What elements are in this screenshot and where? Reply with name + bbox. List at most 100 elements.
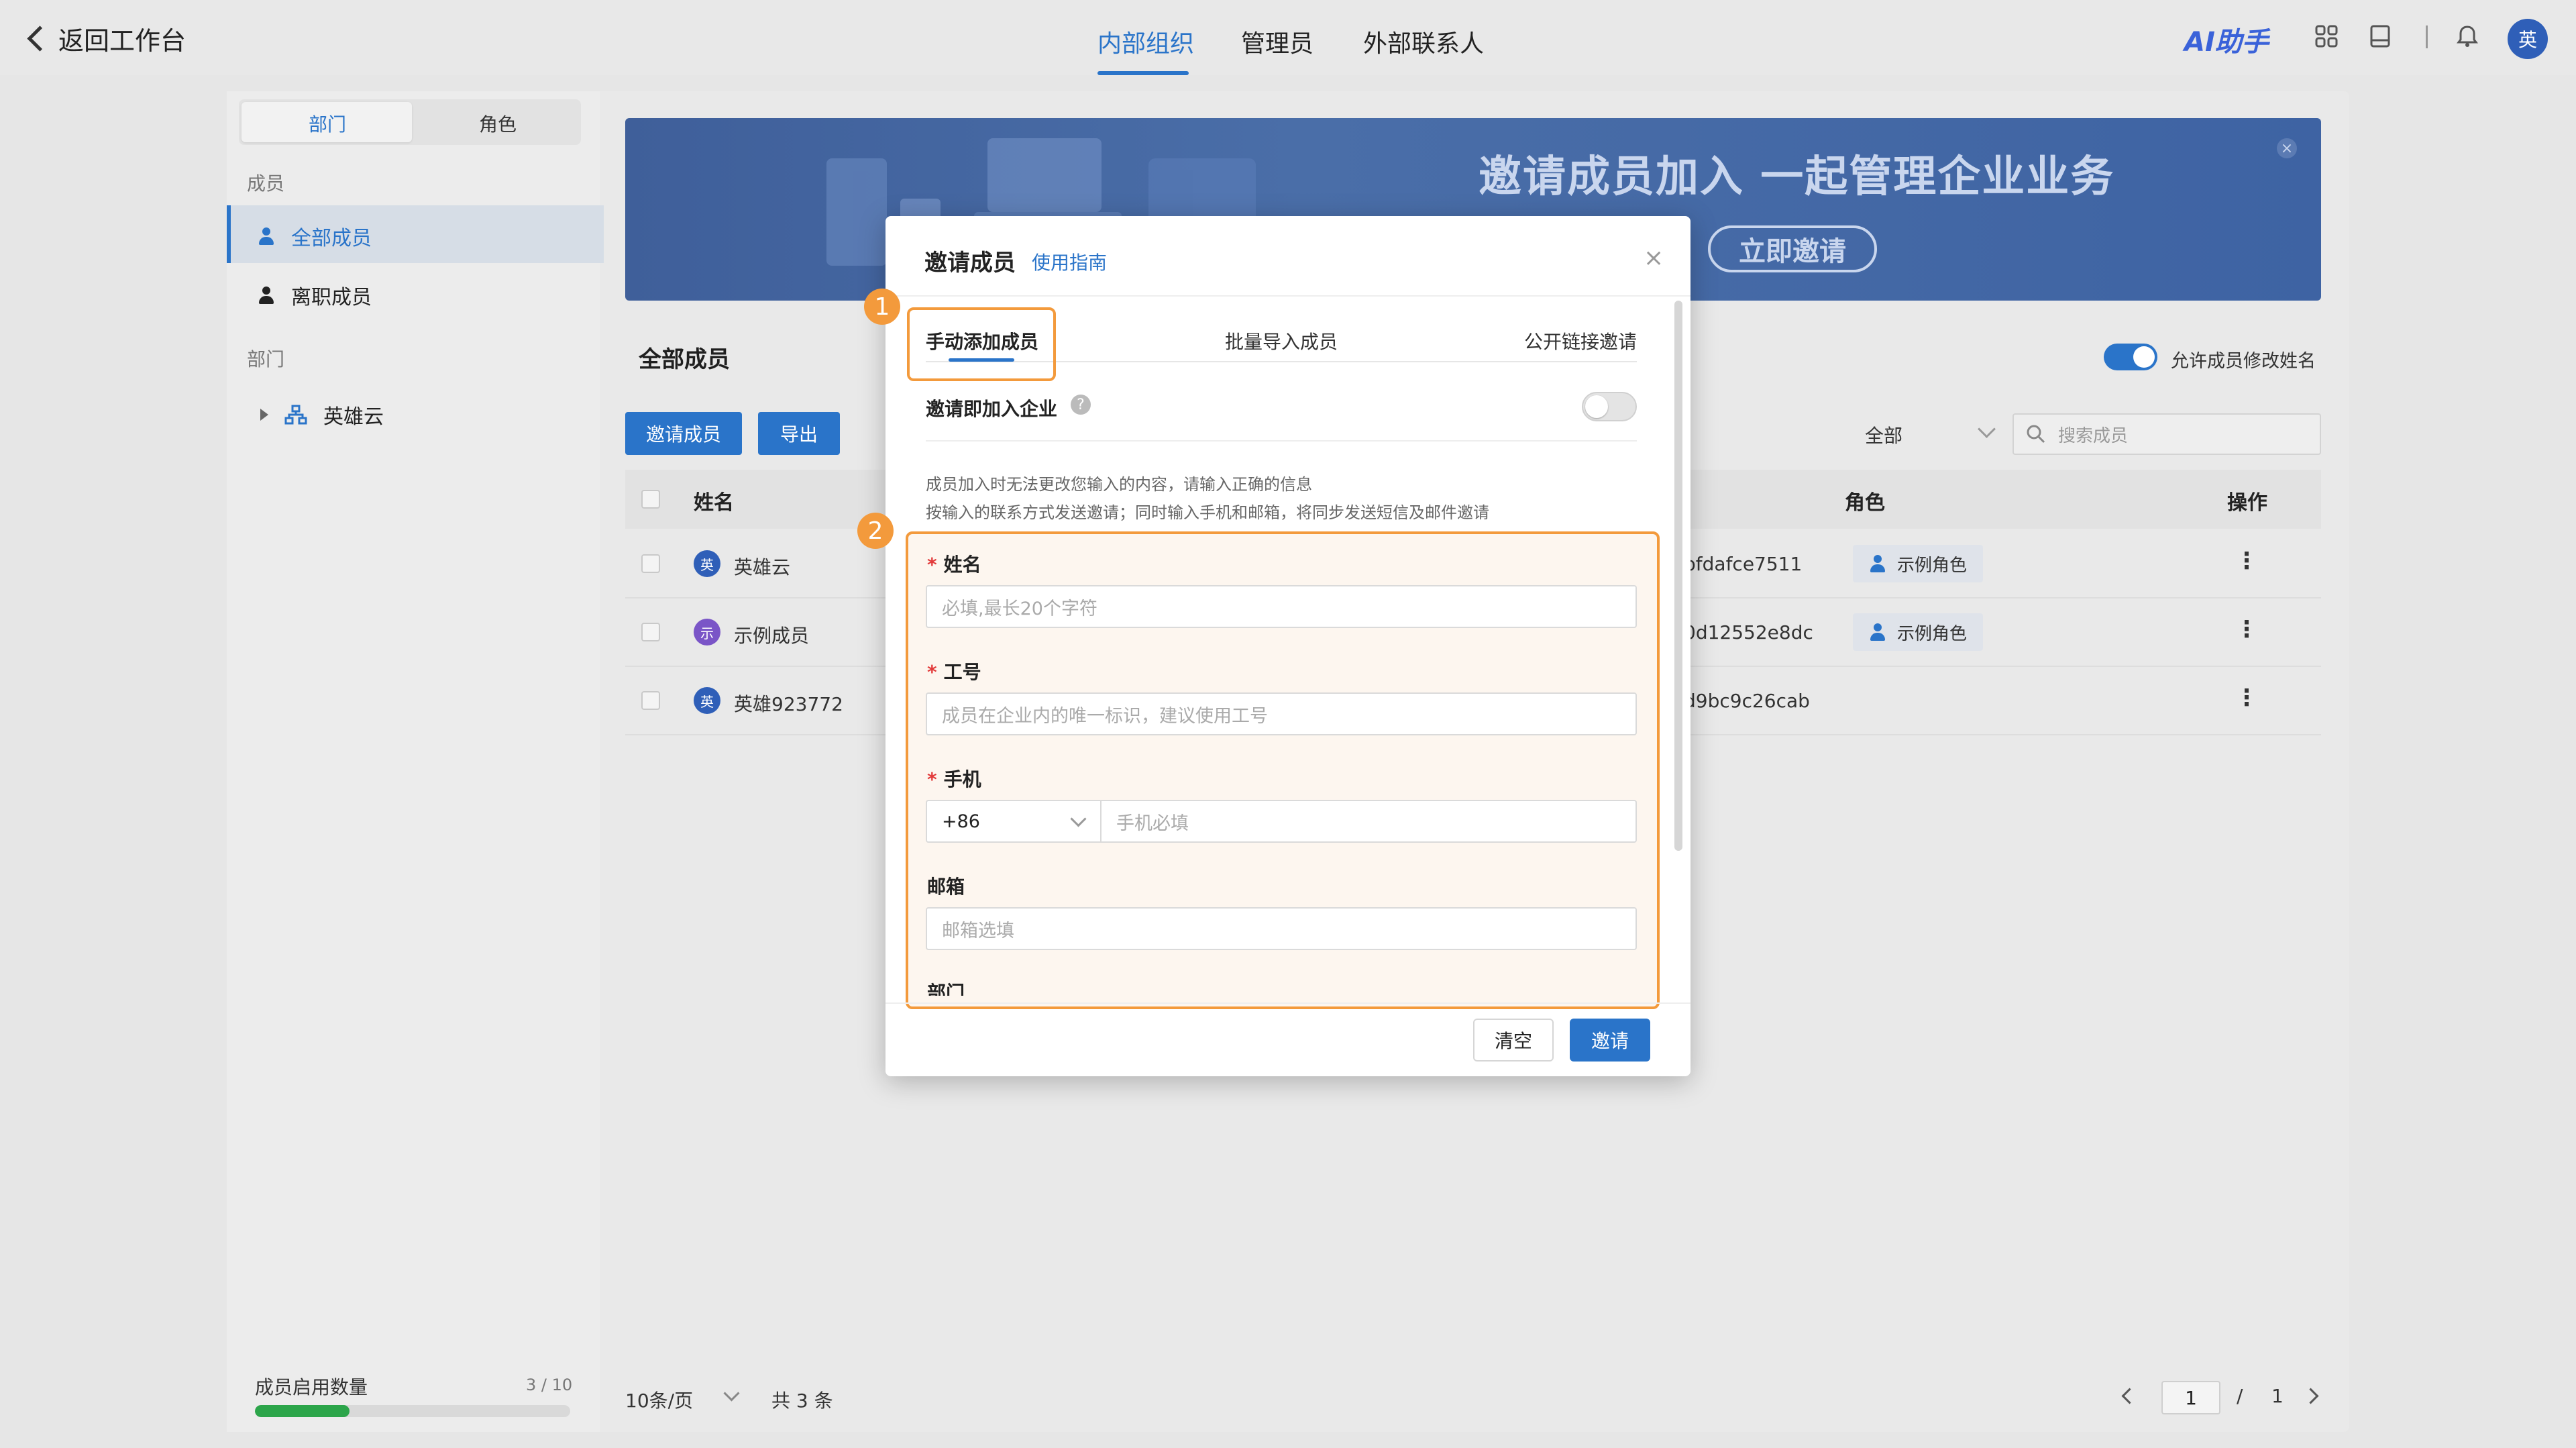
required-mark: * [927, 554, 937, 576]
hint-line-1: 成员加入时无法更改您输入的内容，请输入正确的信息 [926, 475, 1312, 494]
member-name: 示例成员 [734, 625, 810, 647]
members-section-label: 成员 [247, 172, 285, 195]
active-tab-underline [1097, 71, 1189, 75]
person-icon [258, 227, 275, 245]
document-icon[interactable] [2368, 24, 2392, 48]
clear-button[interactable]: 清空 [1473, 1019, 1554, 1062]
usage-progress-fill [255, 1405, 350, 1417]
label-text: 工号 [943, 661, 981, 683]
country-code-select[interactable]: +86 [942, 801, 1102, 841]
dept-section-label: 部门 [247, 348, 285, 370]
member-name: 英雄923772 [734, 693, 843, 715]
segment-role[interactable]: 角色 [479, 110, 517, 137]
role-tag: 示例角色 [1853, 613, 1984, 651]
label-text: 姓名 [943, 554, 981, 576]
apps-grid-icon[interactable] [2314, 24, 2339, 48]
member-id: d9bc9c26cab [1684, 690, 1810, 712]
callout-badge-1: 1 [864, 289, 900, 325]
tab-internal-org[interactable]: 内部组织 [1097, 24, 1194, 59]
required-mark: * [927, 661, 937, 683]
jobno-input[interactable]: 成员在企业内的唯一标识，建议使用工号 [926, 692, 1637, 735]
person-icon [258, 287, 275, 304]
page-size-select[interactable]: 10条/页 [625, 1386, 693, 1413]
email-field-label: 邮箱 [927, 876, 965, 898]
row-more-icon[interactable]: ⋮ [2235, 684, 2258, 711]
phone-field-label: * 手机 [927, 765, 981, 792]
col-name: 姓名 [694, 491, 734, 515]
tab-admins[interactable]: 管理员 [1241, 24, 1313, 59]
col-role: 角色 [1845, 491, 1885, 515]
tab-public-link[interactable]: 公开链接邀请 [1524, 327, 1637, 354]
tab-manual-add[interactable]: 手动添加成员 [926, 327, 1038, 354]
back-to-workbench-link[interactable]: 返回工作台 [27, 20, 186, 57]
header-divider [2426, 25, 2428, 48]
row-more-icon[interactable]: ⋮ [2235, 616, 2258, 643]
bell-icon[interactable] [2455, 24, 2479, 48]
member-avatar: 示 [694, 619, 720, 645]
usage-progress-bar [255, 1405, 570, 1417]
banner-title: 邀请成员加入 一起管理企业业务 [1479, 152, 2115, 202]
sidebar-item-label: 全部成员 [291, 227, 372, 250]
back-label: 返回工作台 [58, 26, 186, 56]
allow-rename-label: 允许成员修改姓名 [2171, 351, 2316, 372]
section-divider [926, 440, 1637, 442]
dept-name: 英雄云 [323, 405, 384, 429]
dept-tree-root[interactable]: 英雄云 [260, 400, 384, 429]
member-avatar: 英 [694, 687, 720, 714]
search-input[interactable]: 搜索成员 [2012, 413, 2321, 455]
row-checkbox[interactable] [641, 623, 660, 641]
segment-department[interactable]: 部门 [309, 110, 346, 137]
help-icon[interactable]: ? [1071, 395, 1091, 415]
allow-rename-switch[interactable] [2104, 344, 2157, 370]
required-mark: * [927, 768, 937, 790]
usage-count: 3 / 10 [526, 1376, 573, 1394]
banner-close-icon[interactable]: × [2277, 138, 2297, 158]
person-icon [1869, 623, 1886, 641]
sidebar-item-all-members[interactable]: 全部成员 [258, 221, 372, 251]
modal-header-divider [885, 295, 1690, 297]
col-actions: 操作 [2227, 491, 2267, 515]
sidebar-item-left-members[interactable]: 离职成员 [258, 280, 372, 310]
banner-invite-button[interactable]: 立即邀请 [1708, 225, 1877, 272]
caret-right-icon[interactable] [260, 409, 268, 421]
member-name: 英雄云 [734, 556, 791, 578]
tab-external-contacts[interactable]: 外部联系人 [1363, 24, 1484, 59]
search-icon [2027, 425, 2045, 444]
row-more-icon[interactable]: ⋮ [2235, 548, 2258, 574]
member-id: bfdafce7511 [1684, 553, 1803, 575]
invite-member-button[interactable]: 邀请成员 [625, 412, 742, 455]
page-title: 全部成员 [639, 346, 730, 373]
active-tab-underline [949, 358, 1014, 362]
usage-guide-link[interactable]: 使用指南 [1032, 248, 1107, 275]
member-avatar: 英 [694, 550, 720, 577]
role-tag: 示例角色 [1853, 545, 1984, 582]
name-input[interactable]: 必填,最长20个字符 [926, 585, 1637, 628]
phone-placeholder: 手机必填 [1116, 813, 1189, 834]
email-input[interactable]: 邮箱选填 [926, 907, 1637, 950]
join-enterprise-toggle[interactable] [1582, 392, 1637, 421]
row-checkbox[interactable] [641, 691, 660, 710]
modal-scrollbar[interactable] [1674, 301, 1682, 851]
close-icon[interactable]: × [1644, 244, 1664, 272]
sidebar-item-label: 离职成员 [291, 286, 372, 309]
join-toggle-label: 邀请即加入企业 [926, 398, 1058, 420]
modal-footer-divider [885, 1002, 1690, 1004]
invite-submit-button[interactable]: 邀请 [1570, 1019, 1650, 1062]
tab-batch-import[interactable]: 批量导入成员 [1225, 327, 1338, 354]
member-id: 0d12552e8dc [1684, 621, 1813, 643]
ai-assistant-button[interactable]: AI助手 [2184, 20, 2269, 59]
row-checkbox[interactable] [641, 554, 660, 573]
org-tree-icon [284, 405, 307, 425]
role-name: 示例角色 [1897, 623, 1968, 644]
filter-select-value[interactable]: 全部 [1865, 421, 1902, 448]
page-number-input[interactable]: 1 [2161, 1381, 2220, 1414]
export-button[interactable]: 导出 [758, 412, 840, 455]
user-avatar[interactable]: 英 [2508, 19, 2548, 59]
phone-input[interactable]: +86 手机必填 [926, 800, 1637, 843]
modal-title: 邀请成员 [924, 250, 1016, 276]
chevron-down-icon [1070, 810, 1087, 827]
select-all-checkbox[interactable] [641, 490, 660, 509]
chevron-left-icon [27, 25, 53, 52]
person-icon [1869, 555, 1886, 572]
dept-field-label: 部门 [927, 982, 965, 996]
